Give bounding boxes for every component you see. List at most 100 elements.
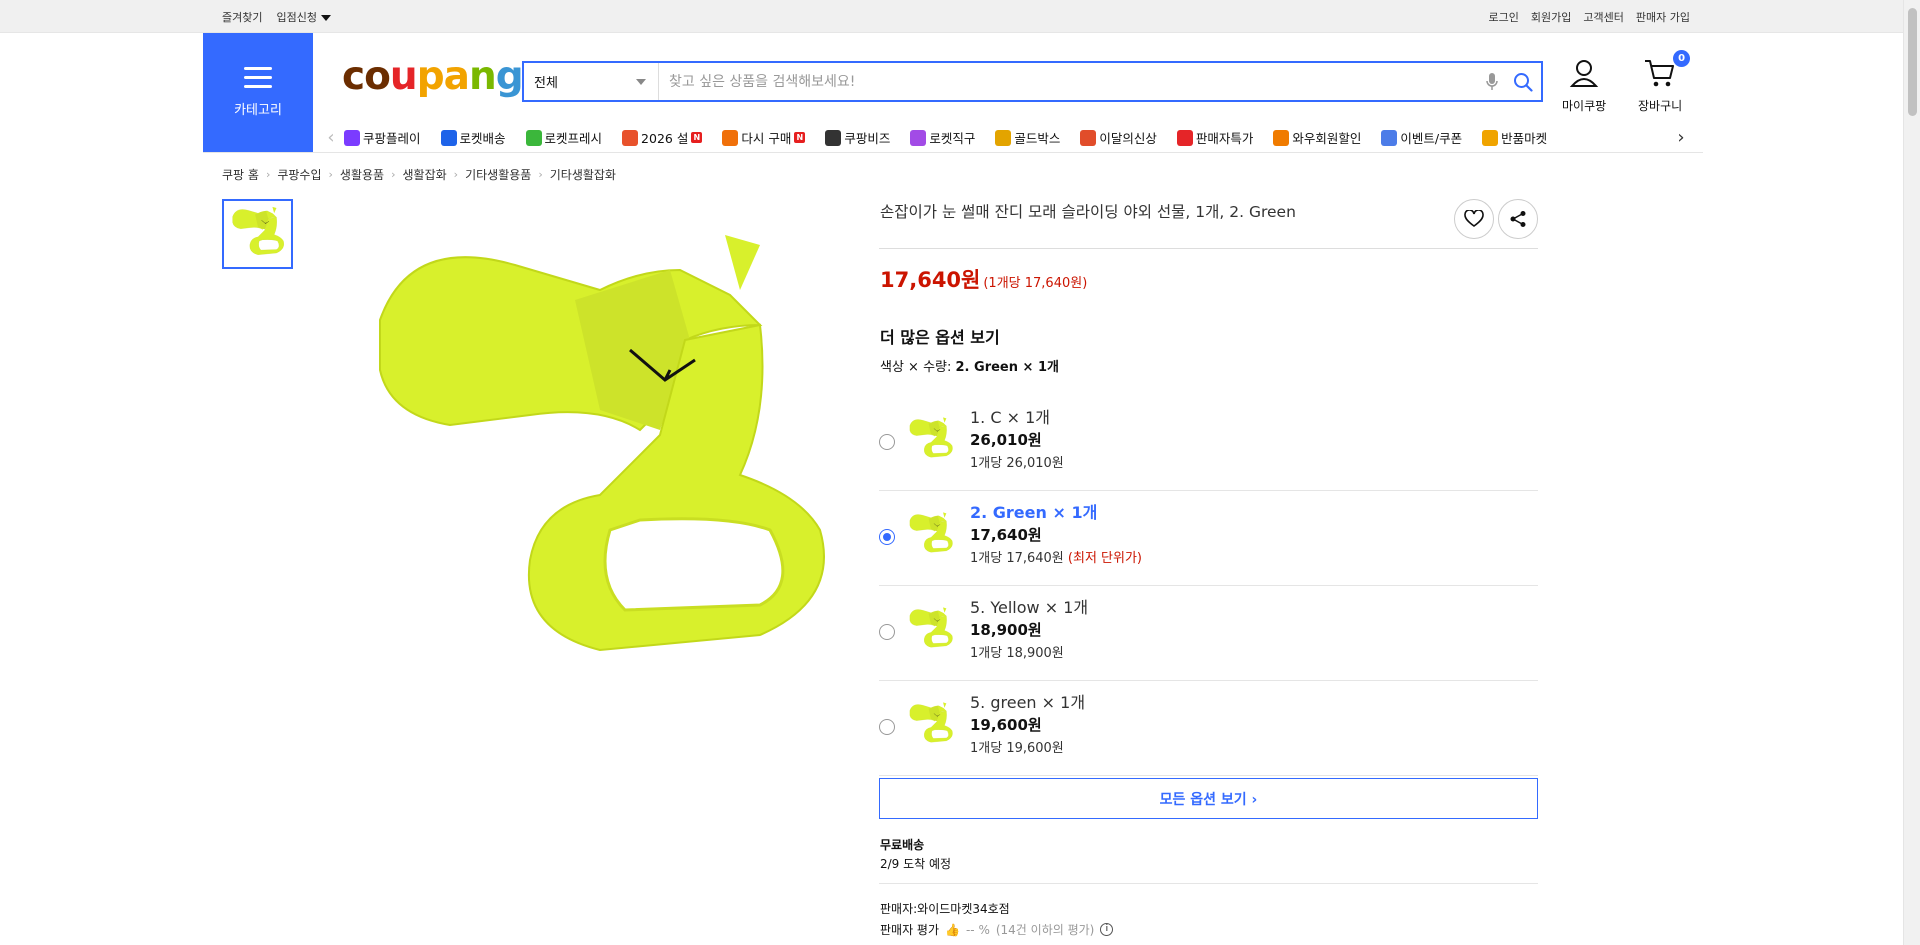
menu-items: 쿠팡플레이 로켓배송 로켓프레시 2026 설 N 다시 구매 N 쿠팡비즈 로켓직구 골드박스 이…	[340, 128, 1672, 147]
menu-item[interactable]: 로켓프레시	[525, 128, 603, 147]
search-input[interactable]	[659, 63, 1479, 100]
breadcrumb-separator-icon: ›	[453, 168, 459, 181]
menu-item[interactable]: 반품마켓	[1482, 128, 1547, 147]
microphone-icon[interactable]	[1479, 72, 1505, 92]
logo-letter: o	[364, 54, 391, 99]
breadcrumb-link[interactable]: 기타생활잡화	[550, 166, 616, 183]
breadcrumb-separator-icon: ›	[265, 168, 271, 181]
option-row[interactable]: 5. Yellow × 1개 18,900원 1개당 18,900원	[879, 586, 1538, 681]
seller-signup-link[interactable]: 판매자 가입	[1636, 9, 1690, 25]
heart-icon	[1464, 210, 1484, 227]
cart-count-badge: 0	[1673, 50, 1691, 67]
breadcrumb-separator-icon: ›	[391, 168, 396, 181]
coupon-icon	[1381, 129, 1398, 146]
mypage-label: 마이쿠팡	[1562, 99, 1607, 113]
return-market-icon	[1482, 129, 1499, 146]
cart-button[interactable]: 0 장바구니	[1638, 50, 1691, 114]
menu-item[interactable]: 판매자특가	[1176, 128, 1254, 147]
seller-name[interactable]: 판매자:와이드마켓34호점	[880, 900, 1010, 917]
option-caption: 색상 × 수량:	[880, 360, 956, 375]
top-bar-right: 로그인 회원가입 고객센터 판매자 가입	[1489, 9, 1690, 25]
breadcrumb-link[interactable]: 쿠팡수입	[277, 166, 321, 183]
play-icon	[344, 129, 360, 146]
option-row[interactable]: 1. C × 1개 26,010원 1개당 26,010원	[879, 396, 1538, 491]
wishlist-button[interactable]	[1454, 199, 1494, 239]
menu-divider	[203, 152, 1703, 153]
caret-down-icon	[320, 15, 331, 21]
seller-rating-label: 판매자 평가	[880, 923, 940, 937]
option-row[interactable]: 2. Green × 1개 17,640원 1개당 17,640원 (최저 단위가)	[879, 491, 1538, 586]
share-button[interactable]	[1498, 199, 1538, 239]
coupang-logo[interactable]: coupang	[342, 54, 524, 99]
breadcrumb-separator-icon: ›	[328, 168, 333, 181]
option-price: 17,640원	[970, 526, 1042, 544]
menu-item-label: 쿠팡비즈	[844, 131, 891, 146]
menu-item[interactable]: 2026 설N	[622, 128, 703, 147]
menu-item[interactable]: 와우회원할인	[1273, 128, 1361, 147]
option-unit-price: 1개당 18,900원	[970, 642, 1064, 661]
menu-item-label: 판매자특가	[1195, 131, 1254, 146]
option-unit-price: 1개당 19,600원	[970, 737, 1064, 756]
option-row[interactable]: 5. green × 1개 19,600원 1개당 19,600원	[879, 681, 1538, 776]
option-price: 19,600원	[970, 716, 1042, 734]
menu-item[interactable]: 이벤트/쿠폰	[1381, 128, 1462, 147]
option-radio[interactable]	[879, 624, 895, 640]
category-menu-bar: ‹ 쿠팡플레이 로켓배송 로켓프레시 2026 설 N 다시 구매 N 쿠팡비즈 로켓직구 골드박…	[322, 123, 1690, 152]
product-thumbnail[interactable]	[222, 199, 293, 269]
search-scope-select[interactable]: 전체	[524, 63, 659, 100]
menu-item[interactable]: 다시 구매 N	[722, 128, 806, 147]
menu-item[interactable]: 로켓배송	[440, 128, 506, 147]
menu-item[interactable]: 쿠팡비즈	[825, 128, 890, 147]
menu-item-label: 로켓프레시	[544, 131, 603, 146]
breadcrumb-link[interactable]: 쿠팡 홈	[222, 166, 259, 183]
all-options-button[interactable]: 모든 옵션 보기 ›	[879, 778, 1538, 819]
option-radio[interactable]	[879, 434, 895, 450]
unit-price: (1개당 17,640원)	[983, 276, 1088, 291]
menu-item[interactable]: 로켓직구	[910, 128, 975, 147]
search-icon[interactable]	[1505, 72, 1541, 92]
menu-item[interactable]: 쿠팡플레이	[344, 128, 421, 147]
apply-link[interactable]: 입점신청	[276, 9, 331, 25]
option-summary: 색상 × 수량: 2. Green × 1개	[880, 356, 1059, 375]
menu-item[interactable]: 이달의신상	[1080, 128, 1157, 147]
share-icon	[1510, 211, 1526, 227]
breadcrumb-link[interactable]: 생활잡화	[403, 166, 447, 183]
shipping-title: 무료배송	[880, 838, 925, 852]
seller-rating: 판매자 평가 👍 -- % (14건 이하의 평가) i	[880, 921, 1114, 938]
menu-item-label: 이벤트/쿠폰	[1400, 131, 1463, 146]
wow-icon	[1273, 129, 1290, 146]
menu-item[interactable]: 골드박스	[995, 128, 1060, 147]
login-link[interactable]: 로그인	[1489, 9, 1519, 25]
support-link[interactable]: 고객센터	[1583, 9, 1623, 25]
option-unit-price: 1개당 26,010원	[970, 452, 1064, 471]
menu-item-label: 쿠팡플레이	[363, 131, 421, 146]
bookmark-link[interactable]: 즐겨찾기	[222, 9, 262, 25]
signup-link[interactable]: 회원가입	[1531, 9, 1571, 25]
breadcrumb-link[interactable]: 생활용품	[340, 166, 384, 183]
category-button[interactable]: 카테고리	[203, 33, 313, 152]
seller-rating-note: (14건 이하의 평가)	[995, 923, 1095, 937]
gift-icon	[622, 129, 639, 146]
option-price: 26,010원	[970, 431, 1042, 449]
menu-prev-icon[interactable]: ‹	[322, 127, 340, 148]
scrollbar-thumb[interactable]	[1908, 8, 1917, 116]
product-thumbnail-image	[232, 206, 284, 255]
option-price: 18,900원	[970, 621, 1042, 639]
menu-next-icon[interactable]: ›	[1672, 127, 1690, 148]
info-icon[interactable]: i	[1100, 923, 1114, 936]
page-scrollbar[interactable]	[1903, 0, 1920, 945]
option-image	[909, 512, 953, 553]
option-name: 2. Green × 1개	[970, 503, 1098, 522]
lowest-unit-badge: (최저 단위가)	[1067, 551, 1142, 566]
new-badge: N	[691, 132, 703, 143]
menu-item-label: 로켓직구	[929, 131, 976, 146]
mypage-button[interactable]: 마이쿠팡	[1562, 58, 1606, 114]
option-radio[interactable]	[879, 719, 895, 735]
option-name: 5. green × 1개	[970, 693, 1086, 712]
rocket-icon	[440, 129, 457, 146]
percent-icon	[1176, 129, 1193, 146]
breadcrumb-link[interactable]: 기타생활용품	[465, 166, 531, 183]
option-radio[interactable]	[879, 529, 895, 545]
menu-item-label: 다시 구매	[741, 131, 792, 146]
category-label: 카테고리	[234, 103, 282, 118]
